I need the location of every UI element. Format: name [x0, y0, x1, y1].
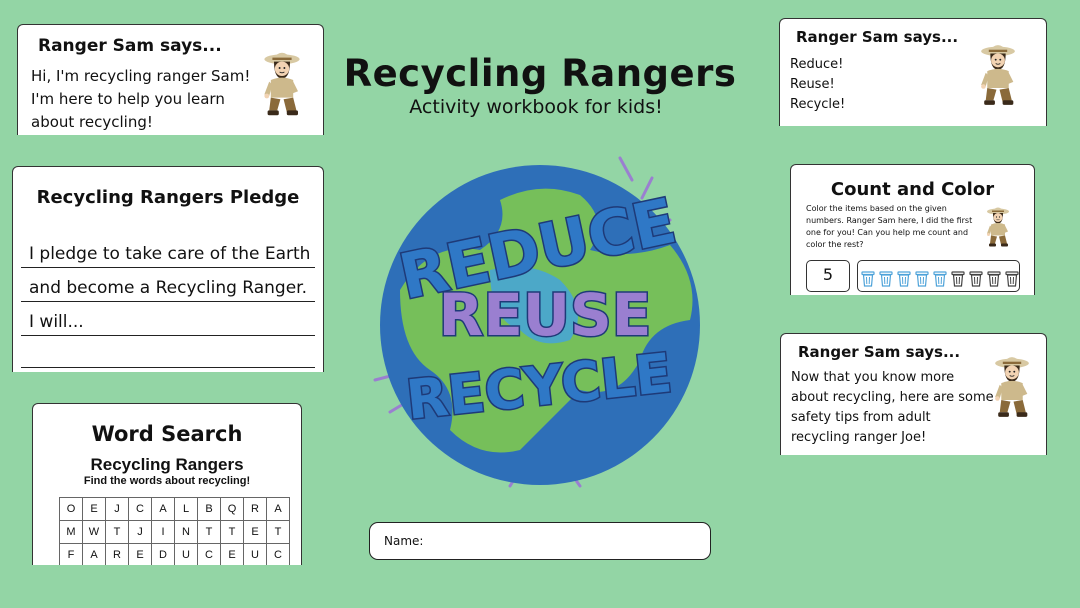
grid-cell[interactable]: A [151, 497, 175, 521]
ranger-sam-illustration [989, 350, 1035, 424]
pledge-line: and become a Recycling Ranger. [21, 278, 315, 302]
recycling-bin-icon[interactable] [987, 271, 1001, 287]
card-text-line: Hi, I'm recycling ranger Sam! [31, 67, 251, 85]
grid-cell[interactable]: E [243, 520, 267, 544]
card-text-line: safety tips from adult [791, 410, 931, 425]
grid-cell[interactable]: D [151, 543, 175, 565]
card-heading: Count and Color [830, 179, 995, 200]
card-heading: Ranger Sam says... [38, 36, 222, 56]
recycling-bin-icon[interactable] [969, 271, 983, 287]
count-instructions: Color the items based on the given numbe… [806, 203, 972, 251]
grid-row: OEJCALBQRA [59, 497, 290, 521]
grid-cell[interactable]: J [128, 520, 152, 544]
pledge-line: I will... [21, 312, 315, 336]
grid-cell[interactable]: C [266, 543, 290, 565]
name-label: Name: [384, 534, 424, 548]
word-search-grid: OEJCALBQRA MWTJINTTET FAREDUCEUC [59, 497, 290, 565]
card-text-line: recycling ranger Joe! [791, 430, 927, 445]
count-instruction-line: color the rest? [806, 240, 864, 249]
recycling-bin-icon[interactable] [933, 271, 947, 287]
grid-cell[interactable]: T [220, 520, 244, 544]
count-instruction-line: one for you! Can you help me count and [806, 228, 969, 237]
grid-cell[interactable]: J [105, 497, 129, 521]
grid-cell[interactable]: T [197, 520, 221, 544]
recycling-bin-icon[interactable] [861, 271, 875, 287]
recycling-bin-icon[interactable] [879, 271, 893, 287]
card-text-line: I'm here to help you learn [31, 90, 225, 108]
grid-cell[interactable]: E [82, 497, 106, 521]
card-text-line: Now that you know more [791, 370, 955, 385]
grid-cell[interactable]: E [220, 543, 244, 565]
count-number: 5 [822, 265, 834, 284]
ranger-sam-illustration [983, 203, 1013, 251]
card-heading: Ranger Sam says... [798, 343, 961, 361]
grid-cell[interactable]: C [128, 497, 152, 521]
count-instruction-line: numbers. Ranger Sam here, I did the firs… [806, 216, 973, 225]
grid-cell[interactable]: L [174, 497, 198, 521]
recycling-bin-icon[interactable] [915, 271, 929, 287]
grid-cell[interactable]: R [105, 543, 129, 565]
grid-cell[interactable]: U [174, 543, 198, 565]
grid-cell[interactable]: U [243, 543, 267, 565]
bin-row [857, 260, 1020, 292]
pledge-line: I pledge to take care of the Earth [21, 244, 315, 268]
grid-row: MWTJINTTET [59, 520, 290, 544]
ranger-sam-illustration [258, 45, 306, 123]
grid-cell[interactable]: E [128, 543, 152, 565]
reduce-reuse-recycle-emblem: REDUCE REUSE RECYCLE [373, 156, 700, 488]
page-subtitle: Activity workbook for kids! [409, 96, 663, 118]
grid-cell[interactable]: W [82, 520, 106, 544]
grid-row: FAREDUCEUC [59, 543, 290, 565]
emblem-word-reuse: REUSE [439, 281, 652, 349]
card-text-line: about recycling, here are some [791, 390, 994, 405]
grid-cell[interactable]: A [82, 543, 106, 565]
grid-cell[interactable]: R [243, 497, 267, 521]
card-text-line: Reuse! [790, 77, 835, 92]
pledge-line-blank [21, 346, 315, 368]
grid-cell[interactable]: N [174, 520, 198, 544]
card-count-color: Count and Color Color the items based on… [790, 164, 1035, 295]
card-heading: Recycling Rangers Pledge [36, 187, 300, 208]
card-word-search: Word Search Recycling Rangers Find the w… [32, 403, 302, 565]
card-text-line: Reduce! [790, 57, 844, 72]
grid-cell[interactable]: I [151, 520, 175, 544]
card-heading: Word Search [91, 422, 243, 446]
grid-cell[interactable]: T [105, 520, 129, 544]
recycling-bin-icon[interactable] [951, 271, 965, 287]
card-sam-intro: Ranger Sam says... Hi, I'm recycling ran… [17, 24, 324, 135]
recycling-bin-icon[interactable] [1005, 271, 1019, 287]
name-field[interactable]: Name: [369, 522, 711, 560]
card-sam-rrr: Ranger Sam says... Reduce! Reuse! Recycl… [779, 18, 1047, 126]
count-instruction-line: Color the items based on the given [806, 204, 947, 213]
word-search-title: Recycling Rangers [90, 455, 244, 474]
card-heading: Ranger Sam says... [796, 28, 959, 46]
grid-cell[interactable]: T [266, 520, 290, 544]
grid-cell[interactable]: F [59, 543, 83, 565]
grid-cell[interactable]: Q [220, 497, 244, 521]
recycling-bin-icon[interactable] [897, 271, 911, 287]
grid-cell[interactable]: C [197, 543, 221, 565]
card-text-line: about recycling! [31, 113, 153, 131]
count-number-box: 5 [806, 260, 850, 292]
card-text-line: Recycle! [790, 97, 846, 112]
page-title: Recycling Rangers [343, 52, 737, 95]
word-search-instruction: Find the words about recycling! [83, 475, 251, 487]
card-sam-safety: Ranger Sam says... Now that you know mor… [780, 333, 1047, 455]
grid-cell[interactable]: B [197, 497, 221, 521]
grid-cell[interactable]: O [59, 497, 83, 521]
card-pledge: Recycling Rangers Pledge I pledge to tak… [12, 166, 324, 372]
grid-cell[interactable]: M [59, 520, 83, 544]
grid-cell[interactable]: A [266, 497, 290, 521]
ranger-sam-illustration [975, 37, 1021, 113]
